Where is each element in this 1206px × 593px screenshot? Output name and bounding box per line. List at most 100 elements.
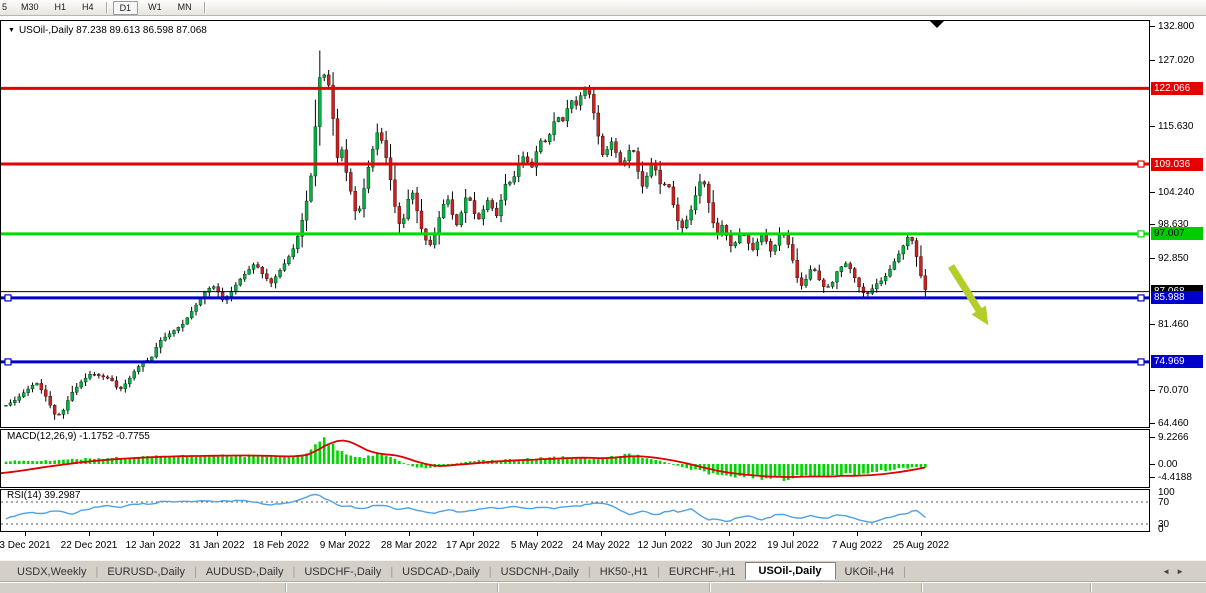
rsi-chart[interactable] [1, 490, 1149, 531]
hline-handle-left-74.969[interactable] [5, 359, 11, 365]
date-tick-dash [537, 532, 538, 536]
macd-indicator-pane[interactable]: MACD(12,26,9) -1.1752 -0.7755 [0, 429, 1150, 488]
date-label: 3 Dec 2021 [0, 540, 51, 551]
price-badge-85.988: 85.988 [1151, 291, 1203, 304]
rsi-label: RSI(14) 39.2987 [7, 490, 80, 501]
date-tick-dash [601, 532, 602, 536]
date-label: 25 Aug 2022 [893, 540, 949, 551]
tab-scroll-left-icon[interactable]: ◄ [1162, 567, 1176, 576]
hline-handle-right-109.036[interactable] [1138, 161, 1144, 167]
date-tick-dash [25, 532, 26, 536]
chart-tab-usdchf-daily[interactable]: USDCHF-,Daily [295, 564, 390, 580]
rsi-tick-label: 0 [1158, 524, 1164, 535]
macd-chart[interactable] [1, 430, 1149, 487]
rsi-indicator-pane[interactable]: RSI(14) 39.2987 [0, 489, 1150, 532]
price-badge-122.066: 122.066 [1151, 82, 1203, 95]
date-label: 5 May 2022 [511, 540, 563, 551]
macd-tick-label: -4.4188 [1158, 472, 1192, 483]
price-tick-label: 132.800 [1158, 21, 1194, 32]
date-label: 12 Jun 2022 [637, 540, 692, 551]
price-badge-74.969: 74.969 [1151, 355, 1203, 368]
price-tick-dash [1150, 126, 1155, 127]
chart-tab-ukoil-h4[interactable]: UKOil-,H4 [836, 564, 904, 580]
chart-symbol-header: ▼ USOil-,Daily 87.238 89.613 86.598 87.06… [8, 25, 207, 36]
date-label: 28 Mar 2022 [381, 540, 437, 551]
date-tick-dash [921, 532, 922, 536]
statusbar-separator [921, 583, 922, 592]
date-label: 18 Feb 2022 [253, 540, 309, 551]
hline-handle-right-74.969[interactable] [1138, 359, 1144, 365]
date-label: 31 Jan 2022 [189, 540, 244, 551]
date-label: 22 Dec 2021 [61, 540, 118, 551]
macd-label: MACD(12,26,9) -1.1752 -0.7755 [7, 431, 150, 442]
macd-tick-dash [1150, 437, 1155, 438]
timeframe-button-m30[interactable]: M30 [13, 0, 47, 15]
timeframe-button-d1[interactable]: D1 [113, 1, 139, 15]
timeframe-button-w1[interactable]: W1 [140, 0, 170, 15]
hline-handle-right-97.007[interactable] [1138, 231, 1144, 237]
price-tick-dash [1150, 60, 1155, 61]
macd-histogram [5, 437, 927, 481]
top-arrow-marker-icon[interactable] [930, 21, 944, 28]
price-tick-dash [1150, 192, 1155, 193]
symbol-ohlc-text: USOil-,Daily 87.238 89.613 86.598 87.068 [19, 25, 207, 36]
statusbar-separator [497, 583, 498, 592]
statusbar-separator [285, 583, 286, 592]
status-bar [0, 581, 1206, 593]
chart-tab-hk50-h1[interactable]: HK50-,H1 [591, 564, 657, 580]
date-label: 19 Jul 2022 [767, 540, 819, 551]
date-tick-dash [729, 532, 730, 536]
price-tick-label: 115.630 [1158, 121, 1193, 132]
price-tick-dash [1150, 390, 1155, 391]
chart-tab-bar: USDX,Weekly|EURUSD-,Daily|AUDUSD-,Daily|… [0, 560, 1206, 582]
chart-tab-audusd-daily[interactable]: AUDUSD-,Daily [197, 564, 293, 580]
date-tick-dash [345, 532, 346, 536]
toolbar-separator [204, 2, 205, 13]
price-tick-label: 104.240 [1158, 187, 1194, 198]
date-tick-dash [153, 532, 154, 536]
rsi-tick-label: 70 [1158, 497, 1169, 508]
date-tick-dash [217, 532, 218, 536]
price-chart-pane[interactable]: ▼ USOil-,Daily 87.238 89.613 86.598 87.06… [0, 20, 1150, 428]
date-label: 17 Apr 2022 [446, 540, 500, 551]
date-tick-dash [857, 532, 858, 536]
timeframe-button-mn[interactable]: MN [170, 0, 200, 15]
statusbar-separator [709, 583, 710, 592]
timeframe-button-h4[interactable]: H4 [74, 0, 102, 15]
macd-tick-dash [1150, 464, 1155, 465]
trading-terminal-window: 5M30H1H4 D1W1MN ▼ USOil-,Daily 87.238 89.6… [0, 0, 1206, 593]
hline-handle-left-85.988[interactable] [5, 295, 11, 301]
macd-tick-label: 9.2266 [1158, 432, 1189, 443]
tab-separator: | [903, 566, 906, 578]
hline-handle-right-85.988[interactable] [1138, 295, 1144, 301]
chart-tab-usdx-weekly[interactable]: USDX,Weekly [8, 564, 95, 580]
date-label: 9 Mar 2022 [320, 540, 371, 551]
price-tick-dash [1150, 258, 1155, 259]
statusbar-separator [1090, 583, 1091, 592]
candlestick-chart[interactable] [1, 21, 1149, 427]
price-tick-label: 92.850 [1158, 253, 1189, 264]
macd-tick-label: 0.00 [1158, 459, 1177, 470]
timeframe-toolbar: 5M30H1H4 D1W1MN [0, 0, 1206, 16]
chart-tab-usoil-daily[interactable]: USOil-,Daily [745, 562, 836, 580]
price-tick-dash [1150, 324, 1155, 325]
date-label: 24 May 2022 [572, 540, 630, 551]
tab-scroll-right-icon[interactable]: ► [1176, 567, 1190, 576]
timeframe-button-h1[interactable]: H1 [47, 0, 75, 15]
sell-arrow-annotation-icon[interactable] [948, 264, 988, 325]
chevron-down-icon[interactable]: ▼ [8, 27, 15, 34]
date-tick-dash [409, 532, 410, 536]
chart-tab-usdcad-daily[interactable]: USDCAD-,Daily [393, 564, 489, 580]
price-tick-dash [1150, 423, 1155, 424]
date-label: 30 Jun 2022 [701, 540, 756, 551]
chart-tab-eurchf-h1[interactable]: EURCHF-,H1 [660, 564, 745, 580]
timeframe-button-5[interactable]: 5 [0, 0, 13, 15]
date-tick-dash [793, 532, 794, 536]
chart-tab-usdcnh-daily[interactable]: USDCNH-,Daily [492, 564, 588, 580]
macd-tick-dash [1150, 477, 1155, 478]
tab-scroll-arrows: ◄► [1162, 567, 1190, 576]
date-tick-dash [473, 532, 474, 536]
date-tick-dash [665, 532, 666, 536]
chart-tab-eurusd-daily[interactable]: EURUSD-,Daily [98, 564, 194, 580]
price-tick-label: 70.070 [1158, 385, 1189, 396]
